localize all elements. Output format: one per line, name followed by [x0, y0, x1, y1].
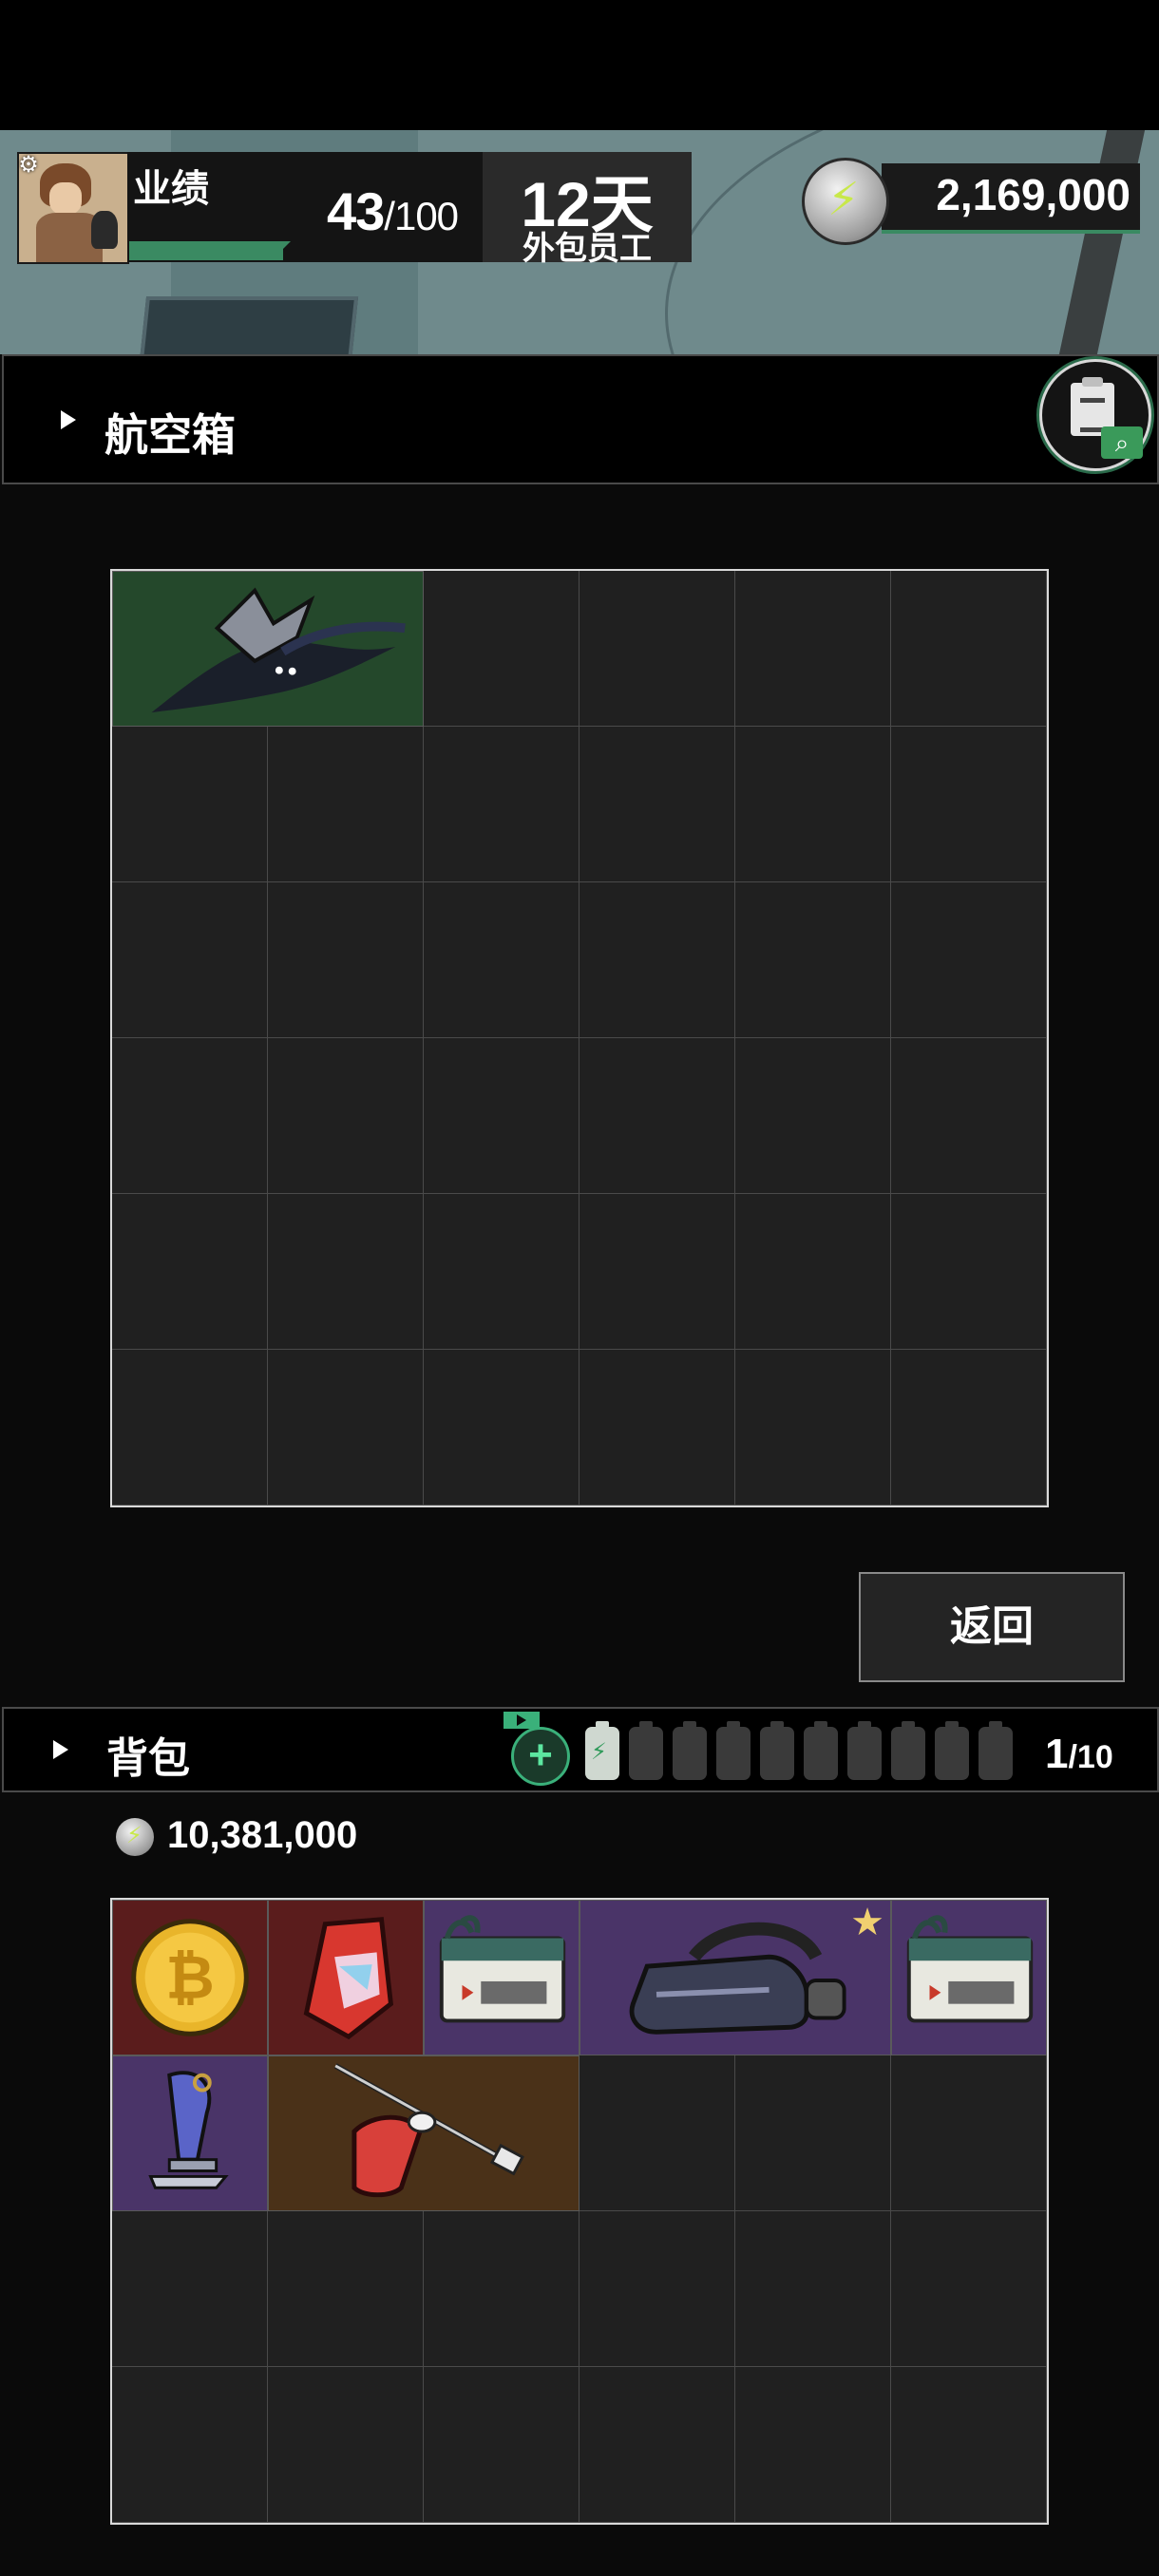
grid-slot[interactable] [735, 1038, 891, 1194]
grid-slot[interactable] [424, 1038, 580, 1194]
grid-slot[interactable] [891, 2211, 1047, 2367]
svg-text:₿: ₿ [165, 1942, 215, 2013]
battery-icon [760, 1721, 794, 1780]
aircase-grid[interactable] [110, 569, 1049, 1507]
triangle-right-icon [53, 1740, 68, 1759]
top-black-band [0, 0, 1159, 130]
triangle-right-icon [61, 410, 76, 429]
grid-slot[interactable] [424, 571, 580, 727]
grid-slot[interactable] [580, 2211, 735, 2367]
backpack-grid[interactable]: ₿ ★ [110, 1898, 1049, 2525]
grid-slot[interactable] [268, 882, 424, 1038]
grid-slot[interactable] [735, 2055, 891, 2211]
kpi-max: /100 [384, 194, 459, 238]
add-capacity-button[interactable]: + [511, 1727, 570, 1786]
grid-slot[interactable] [891, 1194, 1047, 1350]
battery-icon [673, 1721, 707, 1780]
battery-icon [629, 1721, 663, 1780]
kpi-progress-tip [281, 241, 291, 251]
grid-slot[interactable] [112, 727, 268, 882]
kpi-label: 业绩 [133, 168, 209, 210]
backpack-count-max: /10 [1068, 1739, 1113, 1775]
battery-icon [716, 1721, 750, 1780]
lightning-coin-icon: ⚡ [802, 158, 889, 245]
kpi-progress-bar [129, 241, 283, 260]
grid-slot[interactable] [268, 727, 424, 882]
clipboard-search-button[interactable]: ⌕ [1039, 359, 1151, 471]
grid-slot[interactable] [891, 2367, 1047, 2523]
postcard-item[interactable] [891, 1900, 1047, 2055]
grid-slot[interactable] [735, 2367, 891, 2523]
grid-slot[interactable] [112, 1038, 268, 1194]
backpack-money: 10,381,000 [167, 1814, 358, 1856]
grid-slot[interactable] [424, 727, 580, 882]
grid-slot[interactable] [580, 727, 735, 882]
bitcoin-coin-item[interactable]: ₿ [112, 1900, 268, 2055]
backpack-title: 背包 [106, 1735, 190, 1782]
grid-slot[interactable] [580, 1350, 735, 1506]
grid-slot[interactable] [580, 1194, 735, 1350]
battery-icon [935, 1721, 969, 1780]
grid-slot[interactable] [424, 882, 580, 1038]
lightning-coin-icon: ⚡ [116, 1818, 154, 1856]
grid-slot[interactable] [735, 882, 891, 1038]
prism-crystal-item[interactable] [268, 1900, 424, 2055]
grid-slot[interactable] [891, 1038, 1047, 1194]
grid-slot[interactable] [891, 882, 1047, 1038]
grid-slot[interactable] [268, 2367, 424, 2523]
backpack-count: 1/10 [1045, 1731, 1113, 1778]
grid-slot[interactable] [112, 882, 268, 1038]
battery-icon [585, 1721, 619, 1780]
grid-slot[interactable] [735, 571, 891, 727]
grid-slot[interactable] [424, 2211, 580, 2367]
grid-slot[interactable] [580, 2055, 735, 2211]
aircase-title: 航空箱 [104, 410, 236, 460]
video-ad-tag-icon [504, 1712, 540, 1729]
grid-slot[interactable] [735, 727, 891, 882]
postcard-item[interactable] [424, 1900, 580, 2055]
kpi-value: 43/100 [327, 180, 459, 242]
battery-icon [804, 1721, 838, 1780]
back-button[interactable]: 返回 [859, 1572, 1125, 1682]
search-icon: ⌕ [1101, 426, 1143, 459]
dark-scarf-item[interactable] [112, 571, 424, 727]
grid-slot[interactable] [424, 2367, 580, 2523]
grid-slot[interactable] [580, 2367, 735, 2523]
battery-icon [891, 1721, 925, 1780]
grid-slot[interactable] [112, 2211, 268, 2367]
star-icon: ★ [850, 1902, 884, 1943]
kpi-current: 43 [327, 181, 385, 241]
red-bag-tool-item[interactable] [268, 2055, 580, 2211]
currency-value: 2,169,000 [936, 170, 1130, 219]
grid-slot[interactable] [268, 1038, 424, 1194]
grid-slot[interactable] [424, 1350, 580, 1506]
grid-slot[interactable] [112, 1350, 268, 1506]
vr-headset-item[interactable]: ★ [580, 1900, 891, 2055]
grid-slot[interactable] [580, 571, 735, 727]
grid-slot[interactable] [424, 1194, 580, 1350]
grid-slot[interactable] [112, 2367, 268, 2523]
grid-slot[interactable] [580, 882, 735, 1038]
grid-slot[interactable] [735, 1194, 891, 1350]
grid-slot[interactable] [580, 1038, 735, 1194]
grid-slot[interactable] [735, 2211, 891, 2367]
grid-slot[interactable] [268, 2211, 424, 2367]
grid-slot[interactable] [112, 1194, 268, 1350]
grid-slot[interactable] [735, 1350, 891, 1506]
battery-icon [847, 1721, 882, 1780]
figurine-keychain-item[interactable] [112, 2055, 268, 2211]
grid-slot[interactable] [268, 1194, 424, 1350]
grid-slot[interactable] [891, 2055, 1047, 2211]
backpack-count-current: 1 [1045, 1731, 1069, 1777]
days-label: 外包员工 [522, 231, 652, 267]
battery-icon [978, 1721, 1013, 1780]
grid-slot[interactable] [891, 571, 1047, 727]
grid-slot[interactable] [891, 1350, 1047, 1506]
grid-slot[interactable] [268, 1350, 424, 1506]
gear-icon[interactable]: ⚙ [15, 152, 42, 179]
grid-slot[interactable] [891, 727, 1047, 882]
